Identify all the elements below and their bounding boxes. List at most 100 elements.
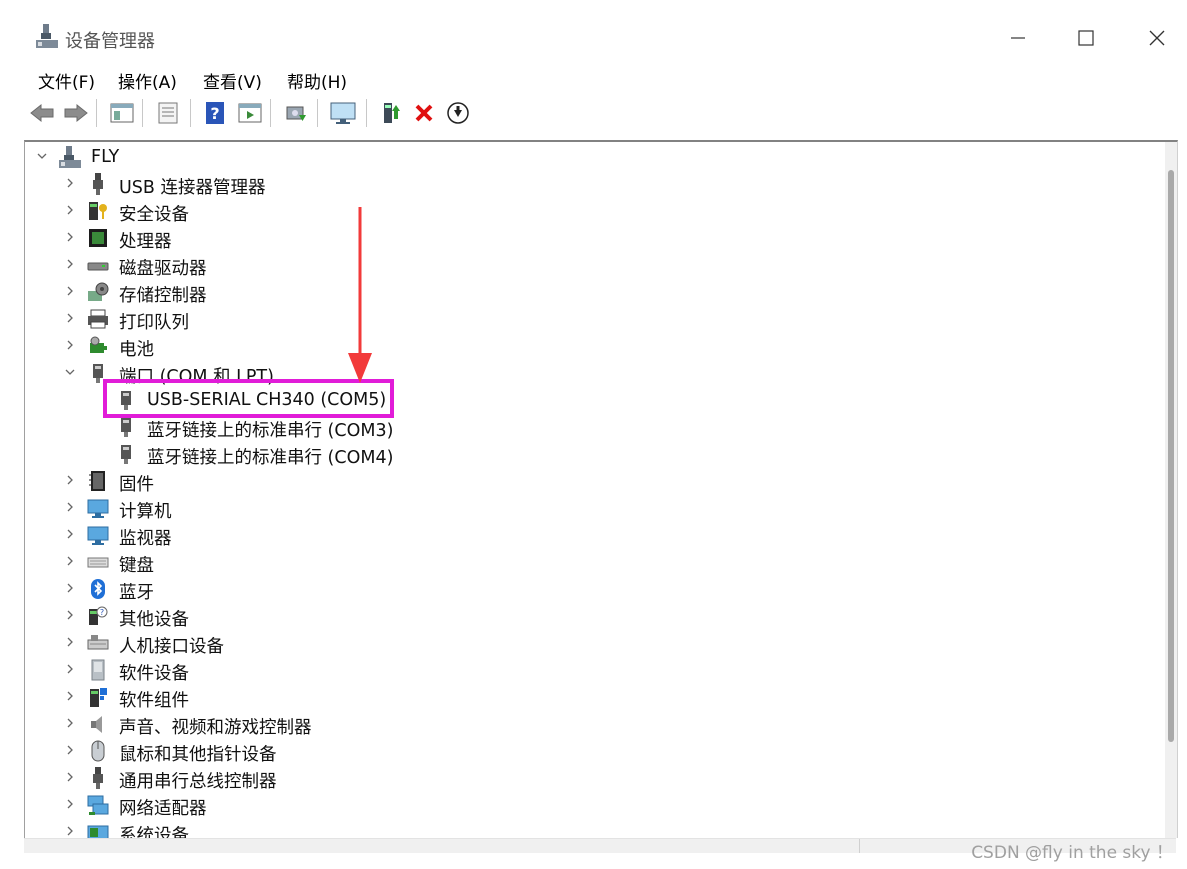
- other-device-icon: ?: [89, 606, 108, 625]
- mouse-icon: [91, 740, 105, 762]
- tree-category-row[interactable]: 软件组件: [25, 684, 1155, 711]
- chevron-right-icon[interactable]: [63, 311, 77, 325]
- tree-category-row[interactable]: 系统设备: [25, 819, 1155, 838]
- status-divider: [859, 839, 860, 853]
- close-button[interactable]: [1134, 18, 1180, 58]
- chevron-right-icon[interactable]: [63, 770, 77, 784]
- tree-row-label: 处理器: [119, 232, 172, 252]
- forward-button[interactable]: [62, 99, 90, 127]
- processor-icon: [89, 229, 107, 247]
- title-bar: 设备管理器: [0, 0, 1187, 62]
- software-component-icon: [90, 688, 107, 707]
- chevron-right-icon[interactable]: [63, 500, 77, 514]
- svg-text:?: ?: [100, 608, 104, 617]
- tree-row-label: 打印队列: [119, 313, 189, 333]
- network-adapter-icon: [87, 795, 109, 815]
- help-button[interactable]: ?: [201, 99, 229, 127]
- chevron-right-icon[interactable]: [63, 743, 77, 757]
- chevron-right-icon[interactable]: [63, 689, 77, 703]
- chevron-right-icon[interactable]: [63, 284, 77, 298]
- chevron-right-icon[interactable]: [63, 635, 77, 649]
- chevron-right-icon[interactable]: [63, 230, 77, 244]
- show-hide-console-tree-icon: [110, 103, 134, 123]
- tree-row-label: 存储控制器: [119, 286, 207, 306]
- tree-row-label: 蓝牙链接上的标准串行 (COM4): [147, 448, 394, 468]
- chevron-right-icon[interactable]: [63, 203, 77, 217]
- chevron-right-icon[interactable]: [63, 824, 77, 838]
- tree-category-row[interactable]: 网络适配器: [25, 792, 1155, 819]
- toolbar-separator: [366, 99, 367, 127]
- chevron-right-icon[interactable]: [63, 473, 77, 487]
- tree-category-row[interactable]: 打印队列: [25, 306, 1155, 333]
- tree-row-label: 磁盘驱动器: [119, 259, 207, 279]
- uninstall-button[interactable]: [410, 99, 438, 127]
- update-driver-button[interactable]: [377, 99, 405, 127]
- tree-category-row[interactable]: 人机接口设备: [25, 630, 1155, 657]
- help-icon: ?: [206, 102, 224, 124]
- tree-category-row[interactable]: 安全设备: [25, 198, 1155, 225]
- security-device-icon: [89, 202, 107, 220]
- scan-hardware-button[interactable]: [282, 99, 310, 127]
- chevron-right-icon[interactable]: [63, 527, 77, 541]
- chevron-down-icon[interactable]: [63, 365, 77, 379]
- minimize-icon: [1011, 37, 1025, 39]
- tree-category-row[interactable]: 键盘: [25, 549, 1155, 576]
- chevron-right-icon[interactable]: [63, 581, 77, 595]
- minimize-button[interactable]: [995, 18, 1041, 58]
- tree-row-label: 蓝牙: [119, 583, 154, 603]
- menu-view[interactable]: 查看(V): [203, 68, 262, 93]
- hid-icon: [87, 635, 109, 650]
- tree-category-row[interactable]: 固件: [25, 468, 1155, 495]
- device-tree[interactable]: FLY USB 连接器管理器 安全设备 处理器 磁盘驱动器 存储控制器 打印队列 电池 端口 (…: [24, 140, 1178, 838]
- tree-category-row[interactable]: ? 其他设备: [25, 603, 1155, 630]
- tree-category-row[interactable]: 蓝牙: [25, 576, 1155, 603]
- tree-row-label: 鼠标和其他指针设备: [119, 745, 277, 765]
- tree-category-row[interactable]: 声音、视频和游戏控制器: [25, 711, 1155, 738]
- tree-row-label: 安全设备: [119, 205, 189, 225]
- scrollbar-thumb[interactable]: [1168, 170, 1174, 742]
- tree-child-row[interactable]: 蓝牙链接上的标准串行 (COM3): [25, 414, 1155, 441]
- tree-category-row[interactable]: USB 连接器管理器: [25, 171, 1155, 198]
- tree-category-row[interactable]: 通用串行总线控制器: [25, 765, 1155, 792]
- tree-category-row[interactable]: 磁盘驱动器: [25, 252, 1155, 279]
- tree-category-row[interactable]: 电池: [25, 333, 1155, 360]
- tree-row-label: USB 连接器管理器: [119, 178, 266, 198]
- console-tree-button[interactable]: [108, 99, 136, 127]
- chevron-right-icon[interactable]: [63, 608, 77, 622]
- tree-row-label: 固件: [119, 475, 154, 495]
- back-icon: [30, 103, 54, 123]
- usb-connector-icon: [93, 173, 103, 195]
- vertical-scrollbar[interactable]: [1165, 142, 1177, 838]
- properties-button[interactable]: [154, 99, 182, 127]
- tree-root[interactable]: FLY: [25, 144, 1155, 171]
- chevron-right-icon[interactable]: [63, 176, 77, 190]
- back-button[interactable]: [28, 99, 56, 127]
- tree-category-row[interactable]: 处理器: [25, 225, 1155, 252]
- tree-row-label: 其他设备: [119, 610, 189, 630]
- monitor-icon: [87, 526, 109, 545]
- toolbar-separator: [317, 99, 318, 127]
- menu-file[interactable]: 文件(F): [38, 68, 95, 93]
- tree-category-row[interactable]: 存储控制器: [25, 279, 1155, 306]
- menu-help[interactable]: 帮助(H): [287, 68, 347, 93]
- tree-row-label: FLY: [91, 147, 120, 167]
- maximize-button[interactable]: [1063, 18, 1109, 58]
- chevron-right-icon[interactable]: [63, 338, 77, 352]
- action-pane-button[interactable]: [236, 99, 264, 127]
- disable-button[interactable]: [444, 99, 472, 127]
- monitor-button[interactable]: [329, 99, 357, 127]
- chevron-right-icon[interactable]: [63, 257, 77, 271]
- chevron-right-icon[interactable]: [63, 662, 77, 676]
- tree-category-row[interactable]: 计算机: [25, 495, 1155, 522]
- chevron-right-icon[interactable]: [63, 797, 77, 811]
- monitor-icon: [330, 102, 356, 124]
- chevron-right-icon[interactable]: [63, 554, 77, 568]
- tree-category-row[interactable]: 监视器: [25, 522, 1155, 549]
- tree-category-row[interactable]: 软件设备: [25, 657, 1155, 684]
- tree-child-row[interactable]: 蓝牙链接上的标准串行 (COM4): [25, 441, 1155, 468]
- keyboard-icon: [87, 557, 109, 568]
- chevron-right-icon[interactable]: [63, 716, 77, 730]
- menu-action[interactable]: 操作(A): [118, 68, 177, 93]
- tree-category-row[interactable]: 鼠标和其他指针设备: [25, 738, 1155, 765]
- chevron-down-icon[interactable]: [35, 149, 49, 163]
